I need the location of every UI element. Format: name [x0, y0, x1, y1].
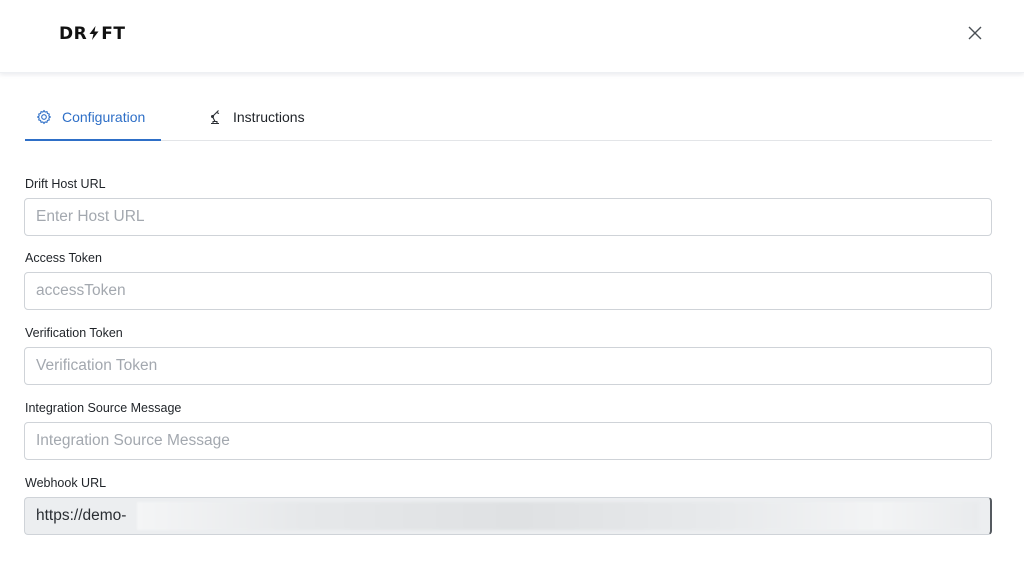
tab-configuration-label: Configuration	[62, 108, 146, 125]
webhook-url-field[interactable]: https://demo-	[24, 497, 992, 535]
access-token-input[interactable]	[24, 272, 992, 310]
gear-icon	[36, 109, 52, 125]
webhook-url-value[interactable]: https://demo-	[36, 507, 126, 525]
robot-arm-icon	[207, 109, 223, 125]
tab-configuration[interactable]: Configuration	[36, 92, 145, 141]
host-url-input[interactable]	[24, 198, 992, 236]
tab-instructions-label: Instructions	[233, 108, 305, 125]
host-url-label: Drift Host URL	[25, 177, 106, 191]
verification-token-input[interactable]	[24, 347, 992, 385]
tab-bar: Configuration Instructions	[25, 92, 992, 141]
access-token-label: Access Token	[25, 251, 102, 265]
integration-source-message-label: Integration Source Message	[25, 401, 182, 415]
active-tab-indicator	[25, 139, 161, 141]
redacted-region	[137, 502, 979, 530]
bolt-icon	[89, 26, 99, 40]
tab-instructions[interactable]: Instructions	[207, 92, 305, 141]
webhook-url-label: Webhook URL	[25, 476, 107, 490]
integration-source-message-input[interactable]	[24, 422, 992, 460]
verification-token-label: Verification Token	[25, 326, 123, 340]
close-button[interactable]	[964, 22, 986, 44]
close-icon	[968, 26, 982, 40]
modal-header: DR FT	[0, 0, 1024, 73]
drift-logo: DR FT	[59, 24, 126, 44]
